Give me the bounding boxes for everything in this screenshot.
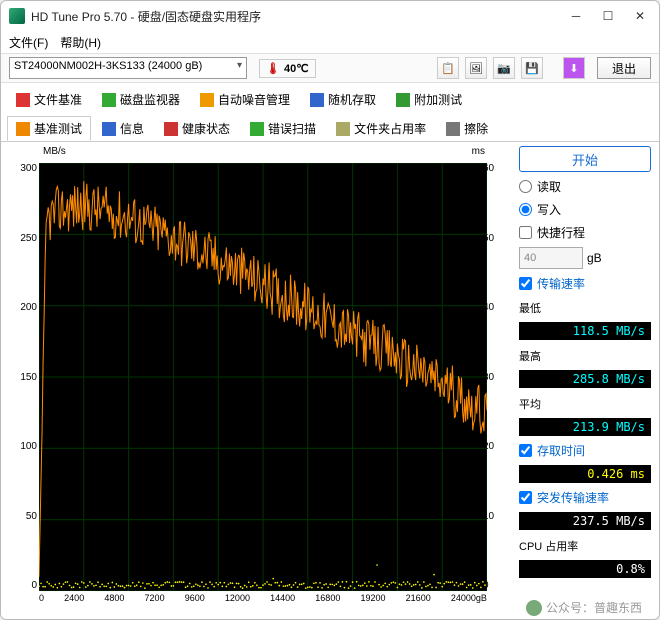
tab-文件基准[interactable]: 文件基准 — [7, 87, 91, 112]
read-radio[interactable]: 读取 — [519, 178, 651, 195]
tab-icon — [16, 93, 30, 107]
x-axis: 0240048007200960012000144001680019200216… — [39, 593, 487, 609]
tab-擦除[interactable]: 擦除 — [437, 116, 497, 141]
minimize-button[interactable]: ─ — [569, 9, 583, 23]
short-stroke-checkbox[interactable]: 快捷行程 — [519, 224, 651, 241]
min-value: 118.5 MB/s — [519, 322, 651, 340]
copy-screenshot-button[interactable]: 🖼 — [465, 57, 487, 79]
y-axis-right: 6050403020100 — [483, 163, 511, 591]
tab-icon — [102, 122, 116, 136]
tab-icon — [102, 93, 116, 107]
exit-button[interactable]: 退出 — [597, 57, 651, 79]
tab-icon — [164, 122, 178, 136]
max-label: 最高 — [519, 348, 651, 364]
options-button[interactable]: ⬇ — [563, 57, 585, 79]
max-value: 285.8 MB/s — [519, 370, 651, 388]
app-icon — [9, 8, 25, 24]
tab-附加测试[interactable]: 附加测试 — [387, 87, 471, 112]
tab-icon — [250, 122, 264, 136]
transfer-rate-checkbox[interactable]: 传输速率 — [519, 275, 651, 292]
maximize-button[interactable]: ☐ — [601, 9, 615, 23]
tab-icon — [16, 122, 30, 136]
access-time-value: 0.426 ms — [519, 465, 651, 483]
tab-icon — [336, 122, 350, 136]
min-label: 最低 — [519, 300, 651, 316]
start-button[interactable]: 开始 — [519, 146, 651, 172]
short-stroke-value[interactable] — [519, 247, 583, 269]
tab-icon — [310, 93, 324, 107]
avg-value: 213.9 MB/s — [519, 418, 651, 436]
y-axis-right-unit: ms — [472, 146, 485, 157]
tab-磁盘监视器[interactable]: 磁盘监视器 — [93, 87, 189, 112]
access-time-checkbox[interactable]: 存取时间 — [519, 442, 651, 459]
thermometer-icon: 🌡 — [266, 62, 280, 75]
drive-selector[interactable]: ST24000NM002H-3KS133 (24000 gB) — [9, 57, 247, 79]
y-axis-left-unit: MB/s — [43, 146, 66, 157]
cpu-value: 0.8% — [519, 560, 651, 578]
window-title: HD Tune Pro 5.70 - 硬盘/固态硬盘实用程序 — [31, 8, 569, 25]
tab-icon — [200, 93, 214, 107]
burst-rate-checkbox[interactable]: 突发传输速率 — [519, 489, 651, 506]
copy-info-button[interactable]: 📋 — [437, 57, 459, 79]
close-button[interactable]: ✕ — [633, 9, 647, 23]
short-stroke-unit: gB — [587, 251, 602, 265]
write-radio[interactable]: 写入 — [519, 201, 651, 218]
tab-文件夹占用率[interactable]: 文件夹占用率 — [327, 116, 435, 141]
tab-健康状态[interactable]: 健康状态 — [155, 116, 239, 141]
temperature-indicator: 🌡 40℃ — [259, 59, 316, 78]
avg-label: 平均 — [519, 396, 651, 412]
benchmark-chart — [39, 163, 487, 591]
tab-自动噪音管理[interactable]: 自动噪音管理 — [191, 87, 299, 112]
cpu-label: CPU 占用率 — [519, 538, 651, 554]
save-screenshot-button[interactable]: 📷 — [493, 57, 515, 79]
menu-file[interactable]: 文件(F) — [9, 34, 48, 51]
tab-icon — [446, 122, 460, 136]
burst-rate-value: 237.5 MB/s — [519, 512, 651, 530]
menu-help[interactable]: 帮助(H) — [60, 34, 101, 51]
y-axis-left: 300250200150100500 — [9, 163, 37, 591]
tab-错误扫描[interactable]: 错误扫描 — [241, 116, 325, 141]
tab-信息[interactable]: 信息 — [93, 116, 153, 141]
tab-基准测试[interactable]: 基准测试 — [7, 116, 91, 141]
tab-icon — [396, 93, 410, 107]
save-button[interactable]: 💾 — [521, 57, 543, 79]
tab-随机存取[interactable]: 随机存取 — [301, 87, 385, 112]
